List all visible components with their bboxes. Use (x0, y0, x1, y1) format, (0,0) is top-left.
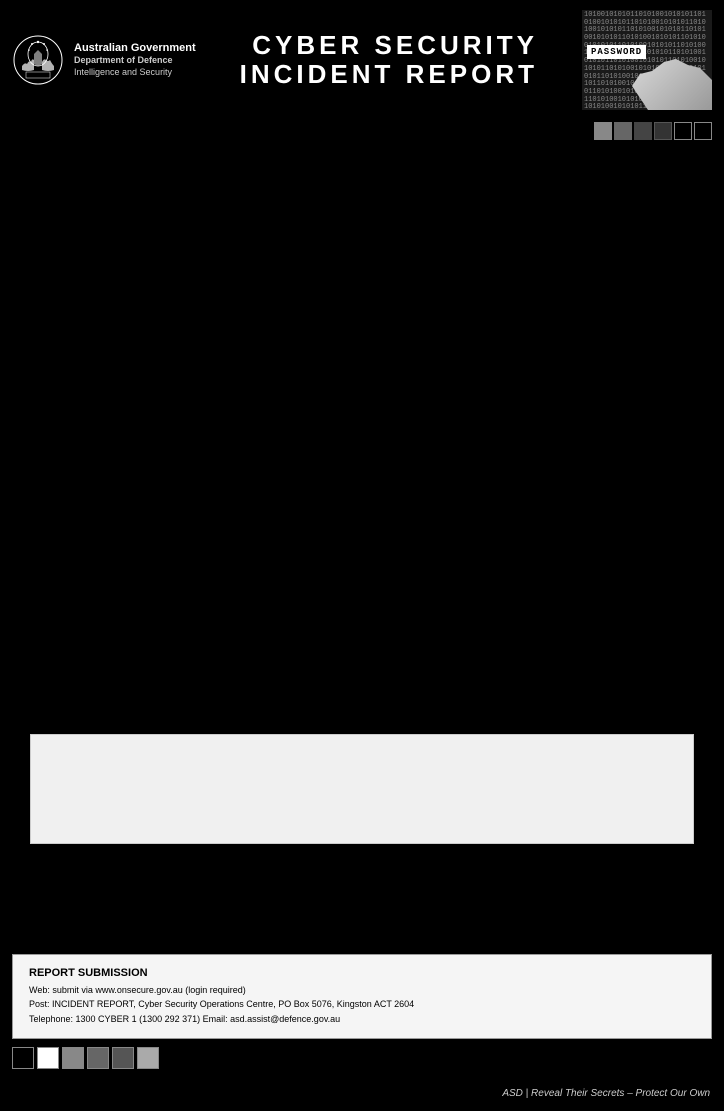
footer-square-6 (137, 1047, 159, 1069)
dept-sub: Intelligence and Security (74, 67, 196, 79)
gov-name: Australian Government (74, 41, 196, 55)
government-text: Australian Government Department of Defe… (74, 41, 196, 79)
password-label: PASSWORD (587, 45, 646, 59)
main-content (0, 144, 724, 724)
color-squares-header (0, 120, 724, 144)
header-image-area: 1010010101011010100101010110101001010101… (582, 10, 712, 110)
submission-box: REPORT SUBMISSION Web: submit via www.on… (12, 954, 712, 1039)
footer-square-3 (62, 1047, 84, 1069)
submission-line2: Post: INCIDENT REPORT, Cyber Security Op… (29, 997, 695, 1011)
footer-square-4 (87, 1047, 109, 1069)
footer-tagline-area: ASD | Reveal Their Secrets – Protect Our… (0, 1077, 724, 1111)
color-square-2 (614, 122, 632, 140)
color-square-3 (634, 122, 652, 140)
dark-section (0, 854, 724, 954)
footer-square-5 (112, 1047, 134, 1069)
dept-name: Department of Defence (74, 55, 196, 67)
title-line2: INCIDENT REPORT (240, 60, 538, 89)
submission-line3: Telephone: 1300 CYBER 1 (1300 292 371) E… (29, 1012, 695, 1026)
submission-line1: Web: submit via www.onsecure.gov.au (log… (29, 983, 695, 997)
color-square-6 (694, 122, 712, 140)
header-center: CYBER SECURITY INCIDENT REPORT (196, 10, 582, 110)
header: Australian Government Department of Defe… (0, 0, 724, 120)
header-image: 1010010101011010100101010110101001010101… (582, 10, 712, 110)
color-squares-footer (0, 1039, 724, 1077)
header-left: Australian Government Department of Defe… (12, 10, 196, 110)
submission-text: Web: submit via www.onsecure.gov.au (log… (29, 983, 695, 1026)
footer-square-2 (37, 1047, 59, 1069)
grey-box (30, 734, 694, 844)
government-crest (12, 34, 64, 86)
report-title: CYBER SECURITY INCIDENT REPORT (240, 31, 538, 88)
title-line1: CYBER SECURITY (240, 31, 538, 60)
footer-tagline: ASD | Reveal Their Secrets – Protect Our… (502, 1088, 710, 1099)
color-square-4 (654, 122, 672, 140)
page: Australian Government Department of Defe… (0, 0, 724, 1111)
submission-title: REPORT SUBMISSION (29, 967, 695, 979)
footer-square-1 (12, 1047, 34, 1069)
color-square-1 (594, 122, 612, 140)
color-square-5 (674, 122, 692, 140)
